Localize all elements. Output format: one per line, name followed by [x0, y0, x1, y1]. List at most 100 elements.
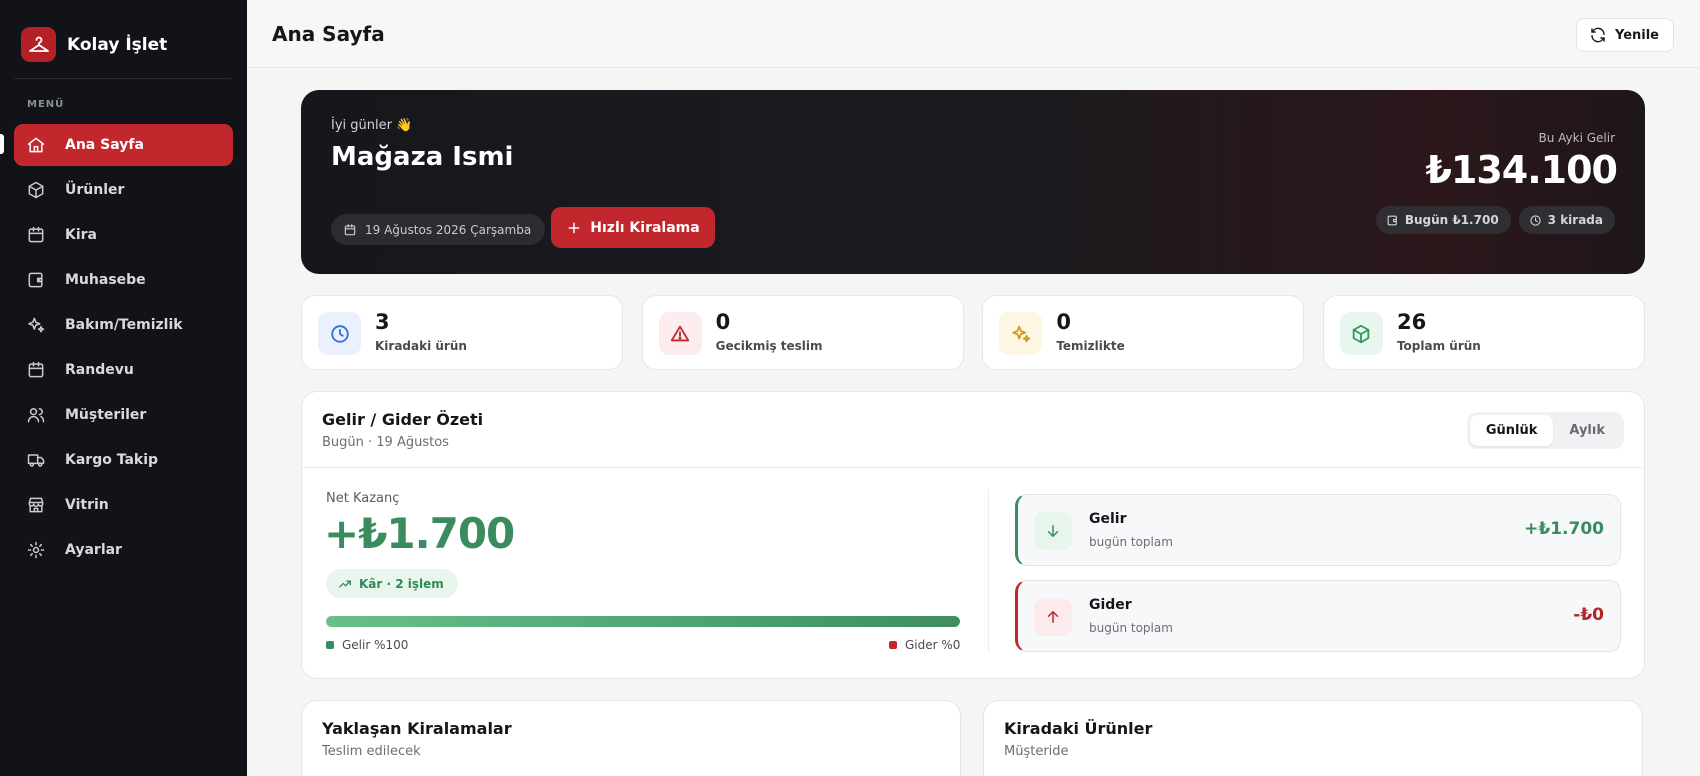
divider — [988, 489, 989, 653]
sidebar-item-randevu[interactable]: Randevu — [14, 349, 233, 391]
sidebar-item-kargo-takip[interactable]: Kargo Takip — [14, 439, 233, 481]
page-title: Ana Sayfa — [272, 22, 385, 46]
trending-up-icon — [339, 579, 351, 588]
top-bar: Ana Sayfa Yenile — [247, 0, 1700, 68]
sidebar-item-label: Bakım/Temizlik — [65, 317, 183, 333]
sidebar-item-label: Ürünler — [65, 182, 125, 198]
income-card[interactable]: Gelir bugün toplam +₺1.700 — [1015, 494, 1621, 566]
refresh-label: Yenile — [1614, 27, 1659, 43]
refresh-button[interactable]: Yenile — [1575, 18, 1674, 52]
greeting: İyi günler 👋 — [331, 118, 413, 133]
stat-label: Toplam ürün — [1396, 339, 1481, 353]
stat-value: 26 — [1396, 310, 1427, 334]
quick-rent-label: Hızlı Kiralama — [590, 219, 700, 236]
sidebar-item-label: Kira — [65, 227, 97, 243]
sidebar-nav: Ana Sayfa Ürünler Kira Muhasebe Bakım/Te… — [14, 124, 233, 574]
rented-count-chip: 3 kirada — [1518, 206, 1615, 234]
profit-chip-text: Kâr · 2 işlem — [359, 576, 444, 591]
clock-icon — [318, 312, 361, 355]
box-icon — [28, 181, 44, 199]
box-icon — [1339, 312, 1383, 355]
divider — [302, 467, 1644, 468]
rented-products-card: Kiradaki Ürünler Müşteride — [983, 700, 1643, 776]
sidebar: Kolay İşlet MENÜ Ana Sayfa Ürünler Kira … — [0, 0, 247, 776]
sidebar-item-ana-sayfa[interactable]: Ana Sayfa — [14, 124, 233, 166]
sidebar-item-label: Vitrin — [65, 497, 109, 513]
stat-value: 0 — [1056, 310, 1071, 334]
menu-label: MENÜ — [27, 99, 65, 110]
legend-dot — [326, 641, 334, 649]
arrow-down-icon — [1034, 512, 1072, 550]
monthly-income-label: Bu Ayki Gelir — [1538, 131, 1615, 145]
welcome-banner: İyi günler 👋 Mağaza Ismi 19 Ağustos 2026… — [301, 90, 1645, 274]
main-content: Ana Sayfa Yenile İyi günler 👋 Mağaza Ism… — [247, 0, 1700, 776]
stat-value: 3 — [375, 310, 390, 334]
net-earnings-value: +₺1.700 — [324, 509, 515, 558]
sidebar-item-muhasebe[interactable]: Muhasebe — [14, 259, 233, 301]
income-share-fill — [326, 616, 960, 627]
store-name: Mağaza Ismi — [331, 142, 514, 172]
sidebar-item-label: Muhasebe — [65, 272, 146, 288]
income-subtitle: bugün toplam — [1089, 535, 1173, 549]
stat-label: Kiradaki ürün — [375, 339, 467, 353]
profit-chip: Kâr · 2 işlem — [326, 569, 458, 598]
sparkles-icon — [999, 312, 1043, 355]
sidebar-item-urunler[interactable]: Ürünler — [14, 169, 233, 211]
brand-name: Kolay İşlet — [67, 34, 168, 55]
calendar-icon — [28, 361, 44, 378]
quick-rent-button[interactable]: Hızlı Kiralama — [551, 207, 715, 248]
wallet-icon — [1387, 215, 1397, 225]
sidebar-item-label: Kargo Takip — [65, 452, 159, 468]
upcoming-rentals-card: Yaklaşan Kiralamalar Teslim edilecek — [301, 700, 961, 776]
sidebar-item-kira[interactable]: Kira — [14, 214, 233, 256]
today-income-chip: Bugün ₺1.700 — [1375, 206, 1511, 234]
expense-title: Gider — [1089, 597, 1132, 613]
stat-card-cleaning[interactable]: 0 Temizlikte — [982, 295, 1305, 370]
legend-expense-text: Gider %0 — [905, 638, 961, 652]
stat-card-overdue[interactable]: 0 Gecikmiş teslim — [641, 295, 964, 370]
stat-label: Gecikmiş teslim — [715, 339, 823, 353]
sidebar-item-label: Ayarlar — [65, 542, 122, 558]
period-toggle: Günlük Aylık — [1466, 412, 1624, 449]
truck-icon — [27, 454, 45, 467]
stat-card-total-products[interactable]: 26 Toplam ürün — [1322, 295, 1645, 370]
tab-daily[interactable]: Günlük — [1469, 415, 1554, 446]
rented-title: Kiradaki Ürünler — [1004, 719, 1153, 738]
calendar-icon — [28, 226, 44, 243]
sidebar-item-label: Müşteriler — [65, 407, 147, 423]
stat-value: 0 — [715, 310, 731, 334]
sidebar-item-label: Ana Sayfa — [65, 137, 144, 153]
sparkles-icon — [28, 317, 45, 333]
rented-subtitle: Müşteride — [1004, 744, 1069, 759]
active-indicator — [0, 134, 4, 154]
store-icon — [28, 497, 44, 513]
stat-label: Temizlikte — [1056, 339, 1125, 353]
sidebar-item-ayarlar[interactable]: Ayarlar — [14, 529, 233, 571]
sidebar-item-bakim-temizlik[interactable]: Bakım/Temizlik — [14, 304, 233, 346]
tab-monthly[interactable]: Aylık — [1553, 415, 1621, 446]
sidebar-item-musteriler[interactable]: Müşteriler — [14, 394, 233, 436]
summary-title: Gelir / Gider Özeti — [322, 410, 484, 429]
brand[interactable]: Kolay İşlet — [21, 27, 167, 62]
expense-amount: -₺0 — [1573, 605, 1604, 625]
summary-subtitle: Bugün · 19 Ağustos — [322, 435, 449, 450]
date-text: 19 Ağustos 2026 Çarşamba — [365, 222, 532, 237]
sidebar-item-vitrin[interactable]: Vitrin — [14, 484, 233, 526]
warning-icon — [658, 312, 702, 355]
net-earnings-label: Net Kazanç — [326, 491, 400, 506]
gear-icon — [27, 541, 45, 559]
legend-income: Gelir %100 — [326, 638, 408, 652]
date-chip: 19 Ağustos 2026 Çarşamba — [331, 214, 546, 245]
rented-count-text: 3 kirada — [1547, 213, 1603, 227]
wallet-icon — [28, 272, 43, 288]
legend-dot — [889, 641, 897, 649]
today-income-text: Bugün ₺1.700 — [1404, 213, 1499, 227]
income-share-bar — [326, 616, 960, 627]
stat-card-rented[interactable]: 3 Kiradaki ürün — [301, 295, 623, 370]
home-icon — [27, 137, 45, 153]
expense-card[interactable]: Gider bugün toplam -₺0 — [1015, 580, 1621, 652]
calendar-icon — [344, 223, 356, 235]
plus-icon — [568, 222, 580, 233]
upcoming-title: Yaklaşan Kiralamalar — [322, 719, 512, 738]
legend-income-text: Gelir %100 — [342, 638, 409, 652]
